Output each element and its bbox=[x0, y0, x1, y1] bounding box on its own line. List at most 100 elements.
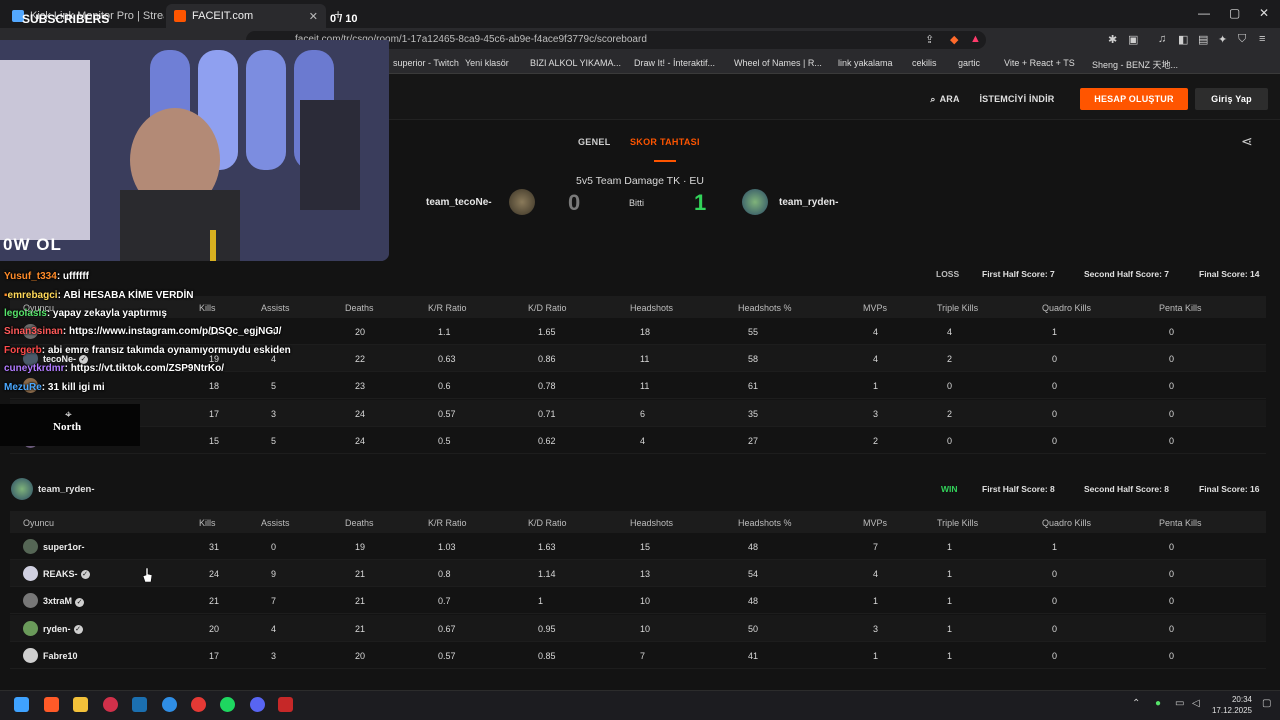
stat-headshots: 10 bbox=[640, 596, 651, 607]
stat-triple-kills: 1 bbox=[947, 623, 953, 634]
player-row[interactable]: 3xtraM ✓ 21 7 21 0.7 1 10 48 1 1 0 0 bbox=[10, 587, 1266, 615]
search-button[interactable]: ⌕ ARA bbox=[925, 88, 965, 110]
stat-k-r-ratio: 0.67 bbox=[438, 623, 456, 634]
browser-icon[interactable] bbox=[162, 697, 177, 712]
menu-icon[interactable]: ≡ bbox=[1259, 33, 1265, 45]
bookmark-item[interactable]: Yeni klasör bbox=[465, 58, 509, 68]
chevron-up-icon[interactable]: ⌃ bbox=[1132, 698, 1140, 709]
chat-msg: 31 kill igi mi bbox=[47, 382, 105, 393]
player-name[interactable]: REAKS- ✓ bbox=[43, 569, 90, 580]
stat-deaths: 24 bbox=[355, 408, 366, 419]
stat-mvps: 7 bbox=[873, 542, 879, 552]
share-icon[interactable]: ⋖ bbox=[1241, 133, 1253, 150]
bookmark-item[interactable]: Wheel of Names | R... bbox=[734, 58, 822, 68]
share-page-icon[interactable]: ⇪ bbox=[925, 33, 934, 46]
stat-penta-kills: 0 bbox=[1169, 650, 1175, 661]
notification-icon[interactable]: ▢ bbox=[1262, 698, 1271, 709]
bookmark-item[interactable]: cekilis bbox=[912, 58, 937, 68]
stat-mvps: 1 bbox=[873, 381, 879, 392]
player-row[interactable]: REAKS- ✓ 24 9 21 0.8 1.14 13 54 4 1 0 0 bbox=[10, 560, 1266, 588]
steam-icon[interactable] bbox=[132, 697, 147, 712]
player-name[interactable]: 3xtraM ✓ bbox=[43, 596, 85, 607]
team2-table-name[interactable]: team_ryden- bbox=[38, 484, 95, 495]
minimize-icon[interactable]: — bbox=[1198, 6, 1210, 20]
close-window-icon[interactable]: ✕ bbox=[1259, 6, 1269, 20]
stat-k-d-ratio: 0.86 bbox=[538, 354, 556, 365]
browser-tab-faceit[interactable]: FACEIT.com ✕ bbox=[166, 4, 326, 28]
maximize-icon[interactable]: ▢ bbox=[1229, 6, 1240, 20]
vpn-icon[interactable]: ⛉ bbox=[1238, 33, 1246, 46]
bookmark-item[interactable]: Draw It! - İnteraktif... bbox=[634, 58, 715, 68]
leo-ai-icon[interactable]: ✦ bbox=[1218, 33, 1227, 46]
player-avatar[interactable] bbox=[23, 620, 38, 636]
maps-pin-icon[interactable] bbox=[103, 697, 118, 712]
player-avatar[interactable] bbox=[23, 539, 38, 554]
chat-msg: yapay zekayla yaptırmış bbox=[52, 308, 167, 319]
discord-icon[interactable] bbox=[250, 697, 265, 712]
player-name-text: Fabre10 bbox=[43, 650, 78, 661]
player-row[interactable]: Fabre10 17 3 20 0.57 0.85 7 41 1 1 0 0 bbox=[10, 642, 1266, 669]
close-tab-icon[interactable]: ✕ bbox=[309, 10, 318, 23]
column-header: K/R Ratio bbox=[428, 518, 467, 528]
chat-user: emrebagci bbox=[7, 290, 58, 301]
stat-k-d-ratio: 0.85 bbox=[538, 650, 556, 661]
player-row[interactable]: super1or- 31 0 19 1.03 1.63 15 48 7 1 1 0 bbox=[10, 533, 1266, 560]
team2-logo[interactable] bbox=[11, 478, 33, 500]
brave-rewards-icon[interactable]: ▲ bbox=[970, 33, 981, 45]
stat-headshots: 13 bbox=[640, 569, 651, 580]
network-icon[interactable]: ▭ bbox=[1175, 698, 1184, 709]
player-avatar[interactable] bbox=[23, 566, 38, 582]
file-explorer-icon[interactable] bbox=[73, 697, 88, 712]
extensions-icon[interactable]: ✱ bbox=[1108, 33, 1117, 46]
bookmark-item[interactable]: BIZI ALKOL YIKAMA... bbox=[530, 58, 621, 68]
player-name[interactable]: ryden- ✓ bbox=[43, 624, 83, 634]
windows-start-icon[interactable] bbox=[14, 697, 29, 712]
brave-icon[interactable] bbox=[44, 697, 59, 712]
stat-assists: 3 bbox=[271, 650, 277, 661]
bookmark-item[interactable]: gartic bbox=[958, 58, 980, 68]
stat-triple-kills: 1 bbox=[947, 542, 953, 552]
app-icon[interactable] bbox=[191, 697, 206, 712]
stat-headshots: 15 bbox=[640, 542, 651, 552]
player-row[interactable]: ryden- ✓ 20 4 21 0.67 0.95 10 50 3 1 0 0 bbox=[10, 614, 1266, 642]
screenshot-icon[interactable]: ▣ bbox=[1128, 33, 1138, 46]
player-name[interactable]: Fabre10 bbox=[43, 651, 78, 661]
column-header: K/R Ratio bbox=[428, 303, 467, 313]
tab-general[interactable]: GENEL bbox=[578, 137, 611, 147]
team1-avatar[interactable] bbox=[509, 189, 535, 215]
column-header: Headshots bbox=[630, 518, 674, 528]
team2-avatar[interactable] bbox=[742, 189, 768, 215]
team2-name[interactable]: team_ryden- bbox=[779, 197, 838, 208]
player-name[interactable]: super1or- bbox=[43, 542, 85, 552]
signup-button[interactable]: HESAP OLUŞTUR bbox=[1080, 88, 1188, 110]
stat-headshots: 7 bbox=[640, 650, 646, 661]
mic-icon[interactable]: ● bbox=[1155, 698, 1161, 709]
player-avatar[interactable] bbox=[23, 593, 38, 609]
player-avatar[interactable] bbox=[23, 647, 38, 663]
bookmark-item[interactable]: superior - Twitch bbox=[393, 58, 459, 68]
bookmark-item[interactable]: Sheng - BENZ 天地... bbox=[1092, 58, 1178, 71]
media-icon[interactable]: ♫ bbox=[1158, 33, 1166, 45]
wallet-icon[interactable]: ▤ bbox=[1198, 33, 1208, 46]
stat-assists: 3 bbox=[271, 408, 277, 419]
tab-scoreboard[interactable]: SKOR TAHTASI bbox=[630, 137, 700, 147]
clock[interactable]: 20:34 17.12.2025 bbox=[1210, 694, 1252, 716]
download-client-button[interactable]: İSTEMCİYİ İNDİR bbox=[978, 88, 1056, 110]
stat-assists: 9 bbox=[271, 569, 277, 580]
team1-name[interactable]: team_tecoNe- bbox=[426, 197, 492, 208]
stat-triple-kills: 0 bbox=[947, 381, 953, 392]
volume-icon[interactable]: ◁ bbox=[1192, 698, 1200, 709]
login-button[interactable]: Giriş Yap bbox=[1195, 88, 1268, 110]
spotify-icon[interactable] bbox=[220, 697, 235, 712]
channel-logo: 0W OL bbox=[3, 235, 62, 254]
faceit-app-icon[interactable] bbox=[278, 697, 293, 712]
stat-deaths: 21 bbox=[355, 623, 366, 634]
match-status: Bitti bbox=[629, 198, 645, 208]
bookmark-item[interactable]: link yakalama bbox=[838, 58, 893, 68]
player-row[interactable]: 15 5 24 0.5 0.62 4 27 2 0 0 0 bbox=[10, 427, 1266, 454]
bookmark-item[interactable]: Vite + React + TS bbox=[1004, 58, 1075, 68]
brave-shield-icon[interactable]: ◆ bbox=[950, 33, 958, 46]
stat-k-r-ratio: 0.7 bbox=[438, 596, 451, 607]
player-name-text: REAKS- bbox=[43, 569, 78, 580]
sidebar-icon[interactable]: ◧ bbox=[1178, 33, 1188, 46]
